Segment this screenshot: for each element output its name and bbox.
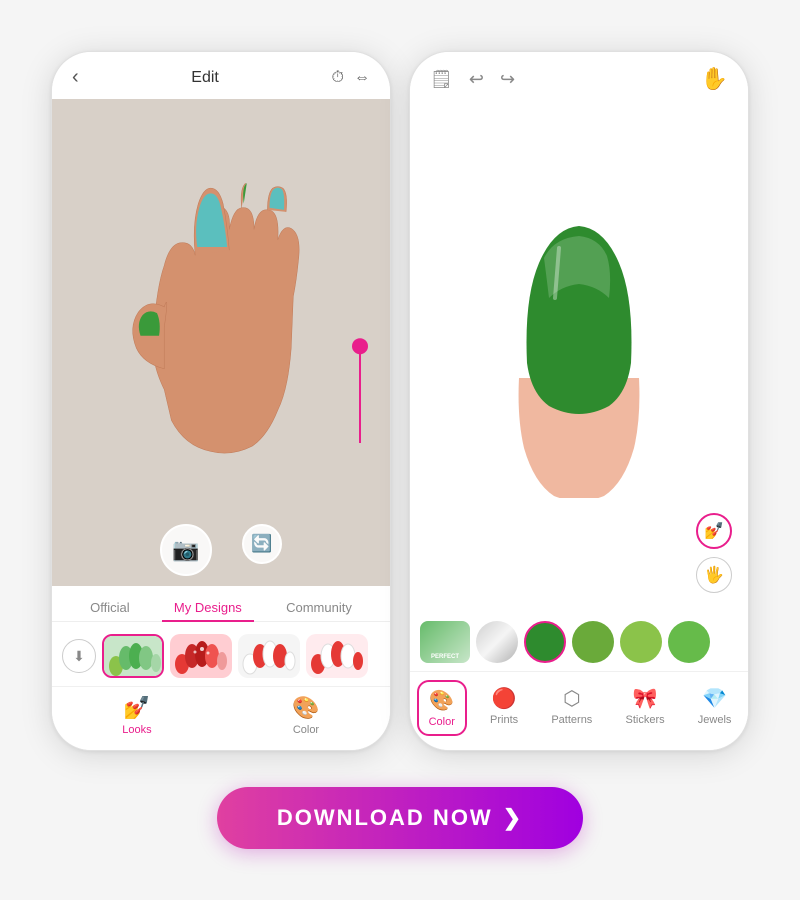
nail-area: 💅 🖐 (410, 102, 748, 613)
tool-color-label: Color (429, 716, 455, 728)
hand-icon[interactable]: ✋ (701, 66, 728, 92)
hand-area: 📷 🔄 (52, 99, 390, 586)
tool-color[interactable]: 🎨 Color (417, 680, 467, 736)
flip-camera-button[interactable]: 🔄 (242, 524, 282, 564)
swatch-green-light[interactable] (620, 621, 662, 663)
left-phone: ‹ Edit ⏱ ⇔ (51, 51, 391, 751)
nav-color[interactable]: 🎨 Color (292, 695, 319, 736)
save-design-button[interactable]: ⬇ (62, 639, 96, 673)
tool-prints-label: Prints (490, 714, 518, 726)
design-thumb-3[interactable] (238, 634, 300, 678)
swatch-green-dark[interactable] (524, 621, 566, 663)
nav-looks[interactable]: 💅 Looks (122, 695, 151, 736)
swatch-green-med[interactable] (668, 621, 710, 663)
tab-official[interactable]: Official (78, 594, 142, 621)
right-tool-bar: 🎨 Color 🔴 Prints ⬡ Patterns 🎀 Stickers 💎… (410, 671, 748, 750)
tab-community[interactable]: Community (274, 594, 364, 621)
color-swatch-row: PERFECT (410, 613, 748, 671)
back-icon[interactable]: ‹ (72, 66, 79, 89)
tool-jewels[interactable]: 💎 Jewels (688, 680, 742, 736)
tab-my-designs[interactable]: My Designs (162, 594, 254, 621)
tool-stickers[interactable]: 🎀 Stickers (615, 680, 674, 736)
swatch-perfect[interactable]: PERFECT (420, 621, 470, 663)
nail-illustration (479, 218, 679, 498)
tab-bar: Official My Designs Community ⬇ (52, 586, 390, 686)
flip-icon[interactable]: ⇔ (354, 69, 370, 87)
pink-dot[interactable] (352, 338, 368, 354)
tool-patterns-label: Patterns (551, 714, 592, 726)
tool-stickers-label: Stickers (625, 714, 664, 726)
left-bottom-nav: 💅 Looks 🎨 Color (52, 686, 390, 750)
nail-alt-icon[interactable]: 🖐 (696, 557, 732, 593)
color-icon: 🎨 (292, 695, 319, 721)
design-thumb-4[interactable] (306, 634, 368, 678)
download-arrow: ❯ (503, 805, 523, 831)
tool-jewels-icon: 💎 (702, 686, 727, 711)
right-phone: 🗒 ↩ ↪ ✋ (409, 51, 749, 751)
design-thumb-1[interactable] (102, 634, 164, 678)
timer-icon[interactable]: ⏱ (332, 69, 344, 87)
tool-stickers-icon: 🎀 (633, 686, 658, 711)
pink-line (359, 343, 361, 443)
left-top-icons: ⏱ ⇔ (332, 69, 370, 87)
redo-icon[interactable]: ↪ (500, 69, 515, 90)
camera-row: 📷 🔄 (52, 524, 390, 576)
swatch-green-mid[interactable] (572, 621, 614, 663)
camera-button[interactable]: 📷 (160, 524, 212, 576)
perfect-label: PERFECT (431, 654, 459, 660)
right-top-icons: 🗒 ↩ ↪ (430, 69, 515, 90)
color-label: Color (293, 724, 319, 736)
looks-icon: 💅 (123, 695, 150, 721)
tabs: Official My Designs Community (52, 594, 390, 622)
copy-icon[interactable]: 🗒 (430, 69, 453, 90)
download-button[interactable]: DOWNLOAD NOW ❯ (217, 787, 583, 849)
looks-label: Looks (122, 724, 151, 736)
design-thumb-2[interactable] (170, 634, 232, 678)
hand-illustration (101, 183, 341, 503)
swatch-silver[interactable] (476, 621, 518, 663)
tool-prints[interactable]: 🔴 Prints (480, 680, 528, 736)
design-strip: ⬇ (52, 628, 390, 686)
tool-jewels-label: Jewels (698, 714, 732, 726)
undo-icon[interactable]: ↩ (469, 69, 484, 90)
left-title: Edit (191, 69, 219, 87)
right-top-bar: 🗒 ↩ ↪ ✋ (410, 52, 748, 102)
left-top-bar: ‹ Edit ⏱ ⇔ (52, 52, 390, 99)
tool-prints-icon: 🔴 (492, 686, 517, 711)
tool-patterns-icon: ⬡ (563, 686, 580, 711)
phones-row: ‹ Edit ⏱ ⇔ (51, 51, 749, 751)
tool-patterns[interactable]: ⬡ Patterns (541, 680, 602, 736)
nail-select-icon[interactable]: 💅 (696, 513, 732, 549)
nail-container (479, 218, 679, 498)
download-label: DOWNLOAD NOW (277, 805, 493, 831)
tool-color-icon: 🎨 (429, 688, 454, 713)
